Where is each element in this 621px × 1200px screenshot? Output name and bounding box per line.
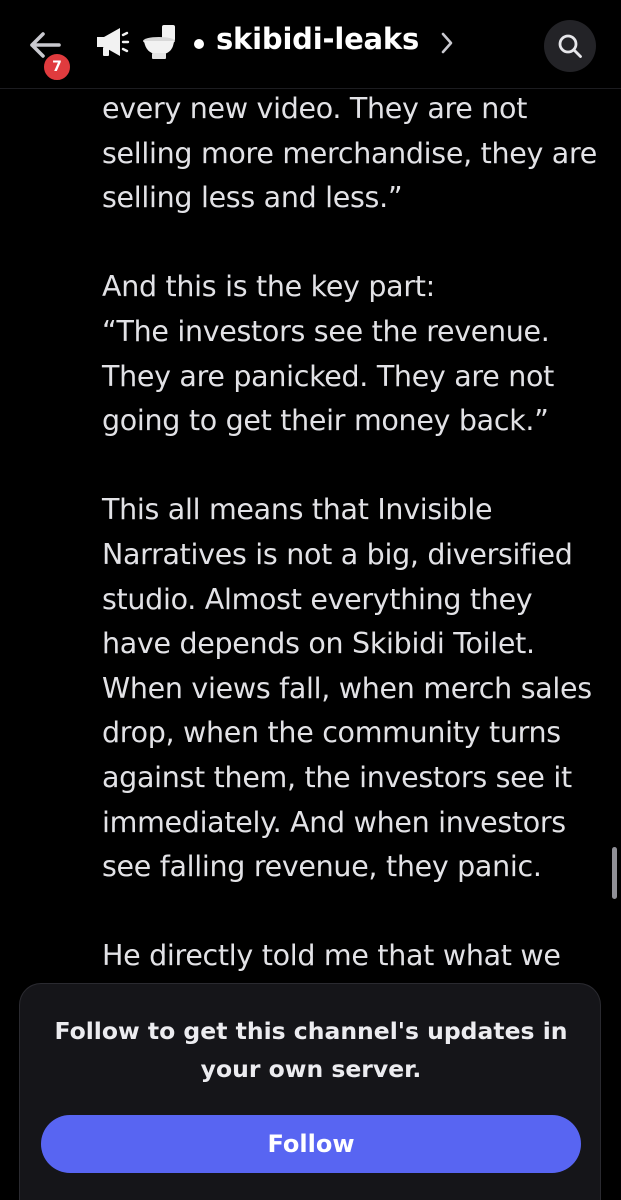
search-icon: [558, 34, 582, 58]
follow-button[interactable]: Follow: [41, 1115, 581, 1173]
message-paragraph: every new video. They are not selling mo…: [102, 92, 597, 215]
follow-prompt: Follow to get this channel's updates in …: [54, 1017, 568, 1083]
channel-name[interactable]: skibidi-leaks: [216, 22, 419, 56]
message-paragraph: He directly told me that what we: [102, 939, 561, 973]
separator-dot: [194, 39, 204, 49]
search-button[interactable]: [544, 20, 596, 72]
channel-type-icons: [94, 23, 182, 65]
message-paragraph: And this is the key part: “The investors…: [102, 270, 554, 438]
toilet-icon: [140, 23, 182, 65]
chevron-right-icon[interactable]: [440, 30, 454, 60]
message-content: every new video. They are not selling mo…: [102, 87, 602, 1023]
megaphone-icon: [94, 24, 130, 64]
scrollbar[interactable]: [612, 847, 617, 899]
follow-card: Follow to get this channel's updates in …: [19, 983, 601, 1200]
back-button[interactable]: 7: [26, 26, 73, 83]
message-paragraph: This all means that Invisible Narratives…: [102, 493, 592, 884]
unread-badge: 7: [41, 51, 73, 83]
channel-header: 7 skibidi-leaks: [0, 0, 621, 89]
